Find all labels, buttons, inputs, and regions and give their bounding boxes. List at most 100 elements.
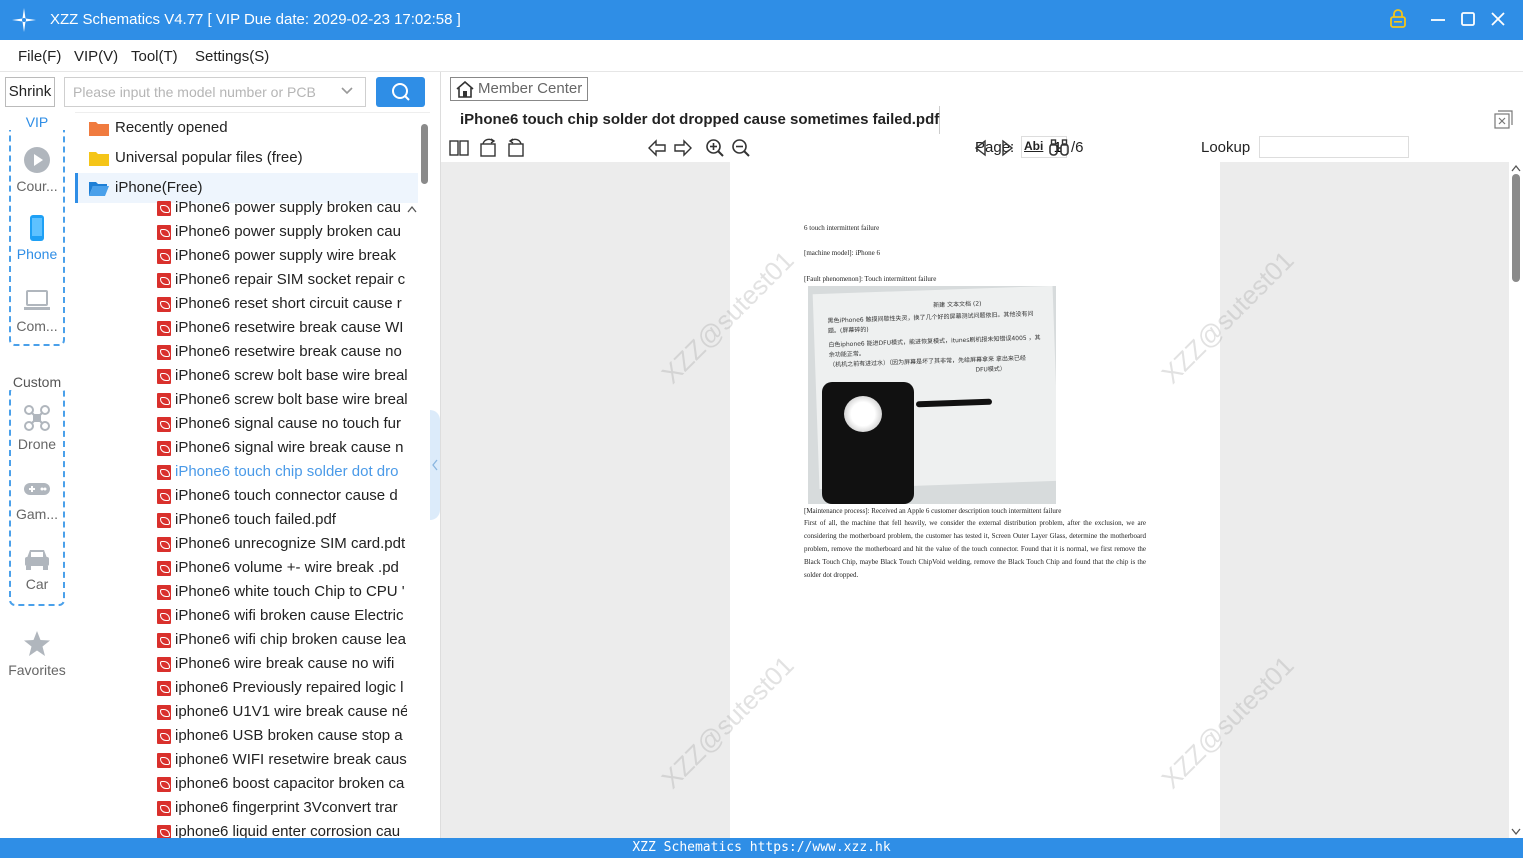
binoculars-icon[interactable] [1049,138,1069,158]
pdf-icon [157,801,171,816]
file-item[interactable]: iPhone6 signal cause no touch fur [155,412,407,436]
doc-process-body: First of all, the machine that fell heav… [804,519,1146,579]
file-item[interactable]: iPhone6 wifi chip broken cause lea [155,628,407,652]
menu-bar: File(F) VIP(V) Tool(T) Settings(S) [0,40,1523,72]
file-item[interactable]: iPhone6 screw bolt base wire breal [155,364,407,388]
rail-item-car[interactable]: Car [0,544,74,592]
file-item[interactable]: iPhone6 touch chip solder dot dro [155,460,407,484]
menu-file[interactable]: File(F) [18,48,61,65]
file-item[interactable]: iPhone6 white touch Chip to CPU ' [155,580,407,604]
previous-page-icon[interactable] [647,138,667,158]
close-icon[interactable] [1487,9,1509,31]
file-item[interactable]: iPhone6 touch failed.pdf [155,508,407,532]
match-case-button[interactable]: Abi [1024,139,1046,159]
find-previous-icon[interactable] [971,138,991,158]
app-logo-icon [12,8,36,32]
pdf-viewer[interactable]: 6 touch intermittent failure [machine mo… [441,162,1509,838]
rail-item-computer[interactable]: Com... [0,286,74,334]
file-item[interactable]: iphone6 U1V1 wire break cause né [155,700,407,724]
search-icon [392,83,410,101]
collapse-panel-handle[interactable] [430,410,440,520]
file-item[interactable]: iphone6 USB broken cause stop a [155,724,407,748]
file-item[interactable]: iPhone6 repair SIM socket repair c [155,268,407,292]
minimize-icon[interactable] [1427,9,1449,31]
scroll-up-icon[interactable] [407,205,417,213]
file-name: iPhone6 reset short circuit cause r [175,295,402,312]
zoom-in-icon[interactable] [705,138,725,158]
menu-settings[interactable]: Settings(S) [195,48,269,65]
member-center-button[interactable]: Member Center [450,77,588,101]
pdf-icon [157,345,171,360]
pdf-icon [157,465,171,480]
menu-vip[interactable]: VIP(V) [74,48,118,65]
file-item[interactable]: iPhone6 wifi broken cause Electric [155,604,407,628]
file-item[interactable]: iPhone6 reset short circuit cause r [155,292,407,316]
scroll-down-icon[interactable] [1511,828,1521,836]
file-item[interactable]: iPhone6 screw bolt base wire breal [155,388,407,412]
file-item[interactable]: iPhone6 power supply broken cau [155,196,407,220]
shrink-button[interactable]: Shrink [5,77,55,107]
file-item[interactable]: iPhone6 resetwire break cause no [155,340,407,364]
pdf-icon [157,705,171,720]
file-name: iphone6 USB broken cause stop a [175,727,403,744]
chevron-down-icon[interactable] [340,84,354,98]
pdf-icon [157,489,171,504]
lookup-input[interactable] [1259,136,1409,158]
maximize-icon[interactable] [1457,9,1479,31]
file-item[interactable]: iPhone6 wire break cause no wifi [155,652,407,676]
vip-group-label: VIP [0,114,74,130]
rail-item-drone[interactable]: Drone [0,404,74,452]
model-search-input[interactable] [64,77,366,107]
folder-universal-popular[interactable]: Universal popular files (free) [75,143,418,173]
file-item[interactable]: iphone6 boost capacitor broken ca [155,772,407,796]
search-button[interactable] [376,77,425,107]
file-name: iPhone6 white touch Chip to CPU ' [175,583,405,600]
file-item[interactable]: iphone6 liquid enter corrosion cau [155,820,407,838]
scroll-up-icon[interactable] [1511,164,1521,172]
file-item[interactable]: iPhone6 power supply wire break [155,244,407,268]
zoom-out-icon[interactable] [731,138,751,158]
search-row: Shrink [0,72,440,112]
folder-recently-opened[interactable]: Recently opened [75,113,418,143]
file-item[interactable]: iPhone6 signal wire break cause n [155,436,407,460]
rail-item-game[interactable]: Gam... [0,474,74,522]
close-document-icon[interactable] [1493,110,1513,130]
pdf-icon [157,561,171,576]
file-item[interactable]: iPhone6 power supply broken cau [155,220,407,244]
pdf-icon [157,441,171,456]
lock-icon[interactable] [1387,9,1409,31]
file-item[interactable]: iphone6 WIFI resetwire break caus [155,748,407,772]
pdf-icon [157,297,171,312]
menu-tool[interactable]: Tool(T) [131,48,178,65]
tree-scroll-thumb[interactable] [421,124,428,184]
file-item[interactable]: iPhone6 unrecognize SIM card.pdt [155,532,407,556]
viewer-scrollbar[interactable] [1509,162,1523,838]
pdf-icon [157,273,171,288]
two-page-view-icon[interactable] [449,138,469,158]
file-name: iPhone6 screw bolt base wire breal [175,367,407,384]
file-item[interactable]: iPhone6 touch connector cause d [155,484,407,508]
file-tree: Recently opened Universal popular files … [75,112,430,838]
next-page-icon[interactable] [673,138,693,158]
pdf-icon [157,609,171,624]
pdf-icon [157,657,171,672]
file-name: iPhone6 touch failed.pdf [175,511,336,528]
file-name: iphone6 boost capacitor broken ca [175,775,405,792]
pdf-icon [157,633,171,648]
rotate-left-icon[interactable] [479,138,499,158]
gamepad-icon [24,483,50,495]
rail-item-courses[interactable]: Cour... [0,146,74,194]
viewer-scroll-thumb[interactable] [1512,174,1520,282]
file-name: iPhone6 unrecognize SIM card.pdt [175,535,406,552]
file-item[interactable]: iPhone6 volume +- wire break .pd [155,556,407,580]
file-name: iphone6 Previously repaired logic l [175,679,404,696]
tree-scrollbar[interactable] [418,112,430,838]
file-item[interactable]: iphone6 fingerprint 3Vconvert trar [155,796,407,820]
document-tab[interactable]: iPhone6 touch chip solder dot dropped ca… [450,106,940,134]
rotate-right-icon[interactable] [505,138,525,158]
rail-item-favorites[interactable]: Favorites [0,630,74,678]
rail-item-phone[interactable]: Phone [0,214,74,262]
find-next-icon[interactable] [997,138,1017,158]
file-item[interactable]: iPhone6 resetwire break cause WI [155,316,407,340]
file-item[interactable]: iphone6 Previously repaired logic l [155,676,407,700]
